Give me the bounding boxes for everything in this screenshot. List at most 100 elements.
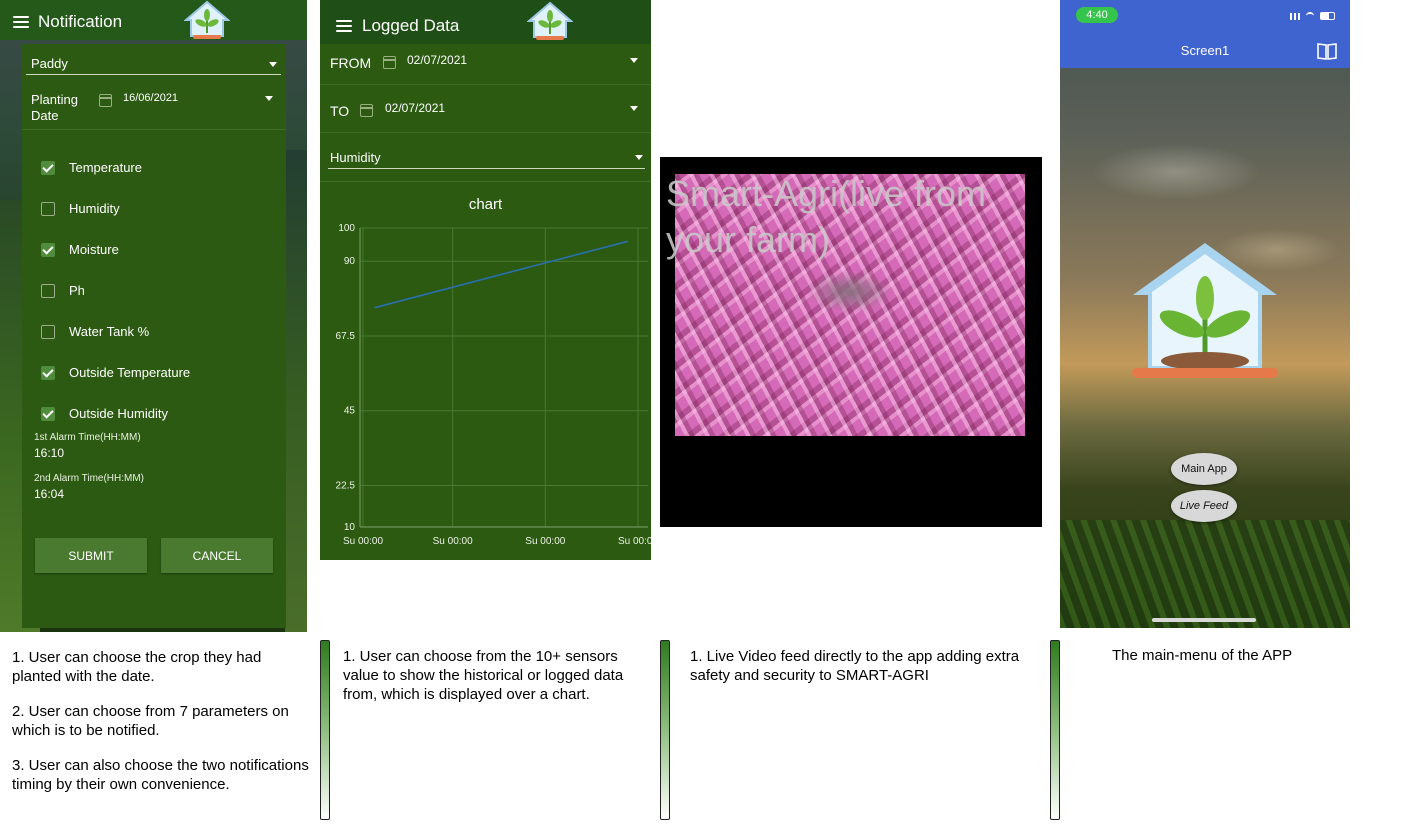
alarm2-label: 2nd Alarm Time(HH:MM) xyxy=(34,473,145,484)
divider xyxy=(22,129,286,130)
greenhouse-logo-icon xyxy=(1132,243,1278,378)
chevron-down-icon xyxy=(630,58,638,63)
main-description: The main-menu of the APP xyxy=(1112,647,1293,664)
checkbox-label: Moisture xyxy=(69,242,119,257)
y-tick-label: 22.5 xyxy=(336,480,356,491)
y-tick-label: 90 xyxy=(344,256,356,267)
checkbox[interactable] xyxy=(41,325,55,339)
cancel-button[interactable]: CANCEL xyxy=(161,538,273,573)
from-label: FROM xyxy=(330,55,372,71)
divider xyxy=(320,132,651,133)
app-bar-title: Logged Data xyxy=(362,16,460,35)
notification-form-panel: Paddy Planting Date 16/06/2021 Temperatu… xyxy=(22,44,286,628)
x-tick-label: Su 00:00 xyxy=(525,536,565,547)
chevron-down-icon xyxy=(269,62,277,67)
wifi-icon xyxy=(1306,12,1314,20)
sensor-select-value: Humidity xyxy=(330,150,381,165)
divider-bar xyxy=(320,640,330,820)
from-date-value: 02/07/2021 xyxy=(407,53,468,67)
alarm1-time-input[interactable]: 16:10 xyxy=(34,446,64,460)
app-bar: Notification xyxy=(0,0,307,40)
chevron-down-icon xyxy=(265,96,273,101)
alarm2-time-input[interactable]: 16:04 xyxy=(34,487,64,501)
x-tick-label: Su 00:00 xyxy=(343,536,383,547)
signal-icon xyxy=(1290,13,1300,20)
to-label: TO xyxy=(330,103,350,119)
planting-date-label-line2: Date xyxy=(31,108,59,123)
planting-date-label-line1: Planting xyxy=(31,92,78,107)
background-field xyxy=(1060,520,1350,628)
x-tick-label: Su 00:00 xyxy=(433,536,473,547)
planting-date-picker[interactable]: 16/06/2021 xyxy=(120,90,280,110)
app-bar: Logged Data xyxy=(320,0,651,44)
chevron-down-icon xyxy=(635,155,643,160)
notification-description-item: 3. User can also choose the two notifica… xyxy=(12,757,309,793)
menu-icon[interactable] xyxy=(13,16,29,28)
checkbox-label: Outside Humidity xyxy=(69,406,168,421)
submit-button[interactable]: SUBMIT xyxy=(35,538,147,573)
crop-select[interactable]: Paddy xyxy=(26,52,281,75)
to-date-picker[interactable]: 02/07/2021 xyxy=(380,98,642,120)
alarm1-label: 1st Alarm Time(HH:MM) xyxy=(34,432,141,443)
live-description: 1. Live Video feed directly to the app a… xyxy=(690,648,1020,684)
battery-icon xyxy=(1320,12,1335,20)
app-bar-title: Notification xyxy=(38,12,123,31)
parameter-checkbox-row[interactable]: Temperature xyxy=(41,160,271,178)
planting-date-value: 16/06/2021 xyxy=(123,92,179,104)
menu-icon[interactable] xyxy=(336,20,352,32)
crop-select-value: Paddy xyxy=(31,56,68,71)
humidity-line-chart: 10 22.5 45 67.5 90 100 Su 00:00 Su 00:00 Su 00:0… xyxy=(336,223,651,547)
parameter-checkbox-row[interactable]: Moisture xyxy=(41,242,271,260)
to-date-value: 02/07/2021 xyxy=(385,101,446,115)
y-tick-label: 10 xyxy=(344,522,356,533)
checkbox-label: Water Tank % xyxy=(69,324,150,339)
checkbox-label: Temperature xyxy=(69,160,142,175)
greenhouse-logo-icon xyxy=(184,0,230,39)
parameter-checkbox-row[interactable]: Water Tank % xyxy=(41,324,271,342)
live-feed-button[interactable]: Live Feed xyxy=(1171,490,1237,522)
main-menu-screen: 4:40 Screen1 Main App Live Feed xyxy=(1060,0,1350,628)
parameter-checkbox-row[interactable]: Humidity xyxy=(41,201,271,219)
divider xyxy=(320,84,651,85)
parameter-checkbox-row[interactable]: Outside Temperature xyxy=(41,365,271,383)
planting-date-label: Planting Date xyxy=(31,92,78,124)
checkbox-label: Outside Temperature xyxy=(69,365,191,380)
checkbox[interactable] xyxy=(41,366,55,380)
checkbox[interactable] xyxy=(41,407,55,421)
checkbox[interactable] xyxy=(41,161,55,175)
chart-title: chart xyxy=(468,196,503,213)
notification-description-item: 1. User can choose the crop they had pla… xyxy=(12,649,262,685)
series-line xyxy=(374,240,629,309)
divider-bar xyxy=(1050,640,1060,820)
screen-title: Screen1 xyxy=(1180,43,1230,58)
greenhouse-logo-icon xyxy=(527,1,573,40)
parameter-checkbox-row[interactable]: Outside Humidity xyxy=(41,406,271,424)
checkbox[interactable] xyxy=(41,202,55,216)
calendar-icon xyxy=(383,56,396,69)
notification-description-item: 2. User can choose from 7 parameters on … xyxy=(12,703,289,739)
logged-description: 1. User can choose from the 10+ sensors … xyxy=(343,648,624,703)
main-app-button[interactable]: Main App xyxy=(1171,453,1237,485)
divider-bar xyxy=(660,640,670,820)
checkbox[interactable] xyxy=(41,284,55,298)
notification-description: 1. User can choose the crop they had pla… xyxy=(12,648,312,810)
x-tick-label: Su 00:00 xyxy=(618,536,651,547)
notification-screen: Notification Paddy Planting Date 16/06/2… xyxy=(0,0,307,632)
y-tick-label: 67.5 xyxy=(336,331,356,342)
logged-data-screen: Logged Data FROM 02/07/2021 TO 02/07/202… xyxy=(320,0,651,560)
chevron-down-icon xyxy=(630,106,638,111)
divider xyxy=(320,181,651,182)
from-date-picker[interactable]: 02/07/2021 xyxy=(402,50,642,72)
checkbox-label: Ph xyxy=(69,283,85,298)
calendar-icon xyxy=(99,94,112,107)
checkbox-label: Humidity xyxy=(69,201,120,216)
status-time: 4:40 xyxy=(1076,7,1118,23)
background-foliage-right xyxy=(285,150,307,632)
parameter-checkbox-row[interactable]: Ph xyxy=(41,283,271,301)
y-tick-label: 45 xyxy=(344,406,356,417)
checkbox[interactable] xyxy=(41,243,55,257)
calendar-icon xyxy=(360,104,373,117)
book-icon[interactable] xyxy=(1317,42,1337,60)
sensor-select[interactable]: Humidity xyxy=(328,147,645,169)
live-feed-screen: Smart-Agri(live from your farm) xyxy=(660,157,1042,527)
